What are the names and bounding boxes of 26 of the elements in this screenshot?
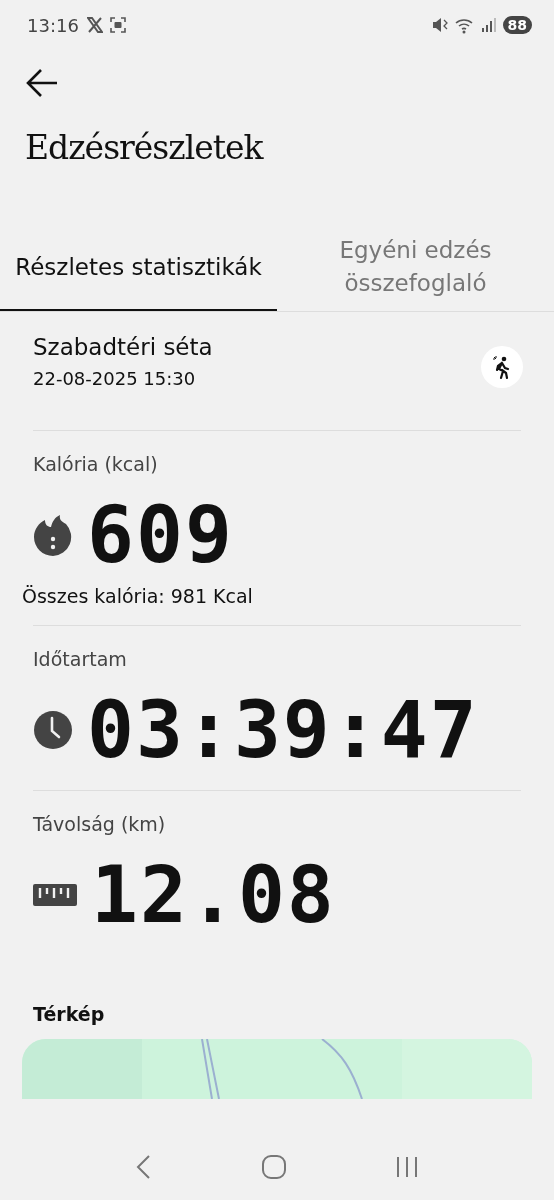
metric-label: Időtartam — [33, 647, 128, 670]
total-calories-text: Összes kalória: 981 Kcal — [22, 584, 254, 607]
metric-label: Kalória (kcal) — [33, 452, 159, 475]
wifi-icon — [454, 16, 475, 34]
metric-value: 03:39:47 — [87, 684, 479, 775]
tab[interactable]: Egyéni edzés összefoglaló — [277, 228, 554, 311]
clock-icon — [33, 709, 73, 750]
home-nav-icon[interactable] — [261, 1154, 287, 1180]
metric-value: 609 — [87, 489, 234, 580]
screenshot-icon — [108, 16, 127, 34]
metric-label: Távolság (km) — [33, 812, 167, 835]
ruler-icon — [33, 883, 77, 906]
battery-level: 88 — [502, 16, 532, 34]
status-time: 13:16 — [27, 14, 79, 36]
workout-name: Szabadtéri séta — [33, 333, 213, 360]
tab[interactable]: Részletes statisztikák — [0, 228, 277, 311]
back-arrow-icon[interactable] — [25, 68, 59, 98]
mute-icon — [430, 16, 449, 34]
map-heading: Térkép — [33, 1002, 106, 1025]
metric-value: 12.08 — [91, 849, 336, 940]
x-logo-icon — [86, 17, 103, 33]
signal-icon — [480, 16, 497, 34]
page-title: Edzésrészletek — [25, 128, 265, 169]
flame-icon — [33, 512, 73, 557]
walking-person-icon — [481, 345, 523, 388]
workout-datetime: 22-08-2025 15:30 — [33, 367, 197, 389]
